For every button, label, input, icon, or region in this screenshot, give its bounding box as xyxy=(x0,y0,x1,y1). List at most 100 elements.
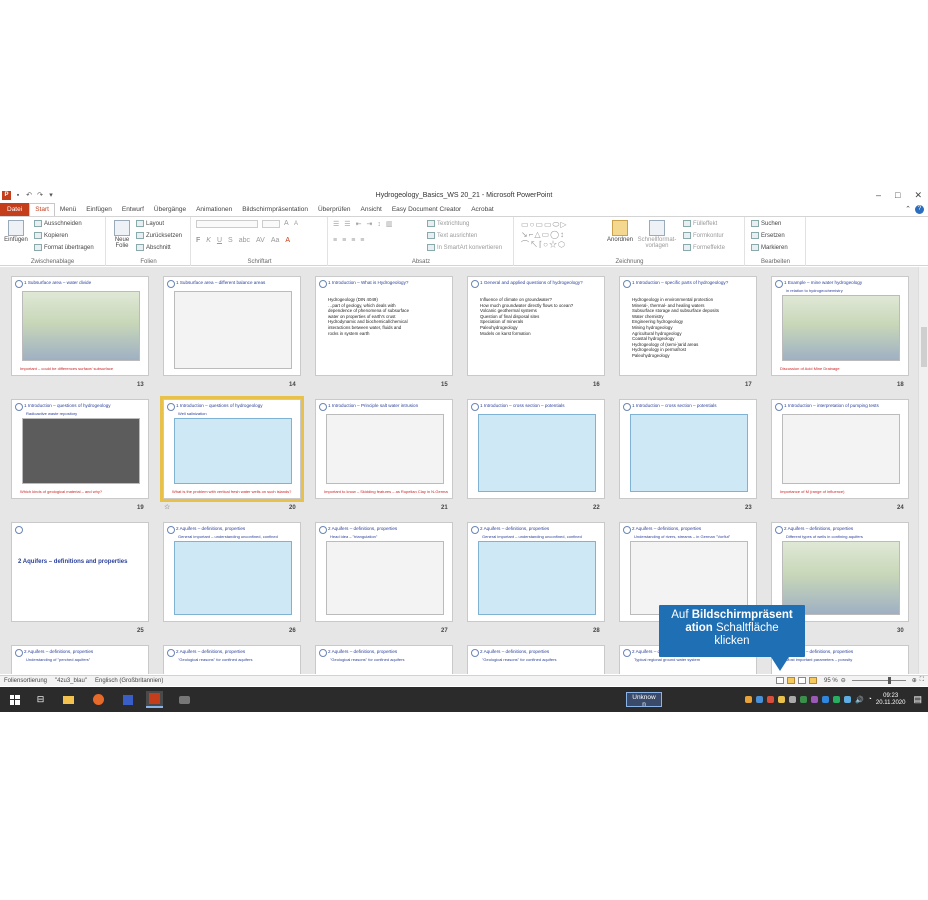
shadow-icon[interactable]: S xyxy=(228,237,233,244)
tab-acrobat[interactable]: Acrobat xyxy=(466,203,498,216)
slide-thumbnail[interactable]: 1 Subsurface area – water divide Importan… xyxy=(11,276,149,376)
justify-icon[interactable]: ≡ xyxy=(360,237,364,244)
task-view-icon[interactable]: ⊟ xyxy=(32,691,49,708)
align-right-icon[interactable]: ≡ xyxy=(351,237,355,244)
fit-window-icon[interactable]: ⛶ xyxy=(920,677,924,684)
clock[interactable]: 09:23 20.11.2020 xyxy=(876,693,906,707)
slide-thumbnail[interactable]: 2 Aquifers – definitions, properties "Geo… xyxy=(163,645,301,674)
tab-datei[interactable]: Datei xyxy=(0,203,30,216)
slide-sorter-view-button[interactable] xyxy=(787,677,796,684)
close-button[interactable]: ✕ xyxy=(914,190,922,201)
notification-icon[interactable]: ▤ xyxy=(913,694,922,705)
tray-onenote-icon[interactable] xyxy=(810,696,818,703)
tray-bluetooth-icon[interactable] xyxy=(821,696,829,703)
tray-settings-icon[interactable] xyxy=(788,696,796,703)
start-button[interactable] xyxy=(6,691,23,708)
zoom-out-button[interactable]: ⊖ xyxy=(841,677,846,684)
slide-thumbnail[interactable]: 2 Aquifers – definitions, properties Gene… xyxy=(163,522,301,622)
shapes-gallery[interactable]: ▭○▭▭⬭▷ ↘⌐△▭◯↕ ⌒↖⌈○☆⬡ xyxy=(521,220,591,250)
slide-thumbnail[interactable]: 2 Aquifers – definitions and properties xyxy=(11,522,149,622)
shape-effects-button[interactable]: Formeffekte xyxy=(683,244,725,251)
line-spacing-icon[interactable]: ↕ xyxy=(377,221,381,228)
zoom-slider-knob[interactable] xyxy=(887,677,891,684)
slide-thumbnail[interactable]: 2 Aquifers – definitions, properties Unde… xyxy=(11,645,149,674)
collapse-ribbon-icon[interactable]: ⌃ xyxy=(905,205,911,214)
tray-folder-icon[interactable] xyxy=(777,696,785,703)
new-slide-button[interactable]: Neue Folie xyxy=(110,220,134,249)
camera-icon[interactable] xyxy=(176,691,193,708)
wifi-icon[interactable]: ◔ xyxy=(868,696,872,703)
arrange-button[interactable]: Anordnen xyxy=(605,220,635,243)
vertical-scrollbar[interactable] xyxy=(918,267,928,674)
slideshow-button[interactable] xyxy=(809,677,818,684)
columns-icon[interactable]: ▥ xyxy=(386,220,393,228)
tab-menu[interactable]: Menü xyxy=(55,203,81,216)
status-language[interactable]: Englisch (Großbritannien) xyxy=(95,678,163,684)
font-name-box[interactable] xyxy=(196,220,258,228)
tab-start[interactable]: Start xyxy=(29,203,55,216)
tray-app-icon[interactable] xyxy=(744,696,752,703)
font-color-icon[interactable]: A xyxy=(285,237,290,244)
tray-network-icon[interactable] xyxy=(755,696,763,703)
slide-thumbnail[interactable]: 2 Aquifers – definitions, properties "Geo… xyxy=(467,645,605,674)
slide-thumbnail[interactable]: 1 Introduction – cross section – potenti… xyxy=(467,399,605,499)
speaker-icon[interactable]: 🔊 xyxy=(855,696,864,704)
align-center-icon[interactable]: ≡ xyxy=(342,237,346,244)
tray-display-icon[interactable] xyxy=(843,696,851,703)
slide-thumbnail[interactable]: 2 Aquifers – definitions, properties "Geo… xyxy=(315,645,453,674)
bold-icon[interactable]: F xyxy=(196,237,200,244)
section-button[interactable]: Abschnitt xyxy=(136,244,171,251)
tab-bildschirmpraesentation[interactable]: Bildschirmpräsentation xyxy=(237,203,313,216)
layout-button[interactable]: Layout xyxy=(136,220,164,227)
file-explorer-icon[interactable] xyxy=(60,691,77,708)
replace-button[interactable]: Ersetzen xyxy=(751,232,785,239)
save-disk-icon[interactable] xyxy=(119,691,136,708)
reset-button[interactable]: Zurücksetzen xyxy=(136,232,182,239)
indent-decrease-icon[interactable]: ⇤ xyxy=(356,220,362,228)
slide-thumbnail[interactable]: 1 Subsurface area – different balance ar… xyxy=(163,276,301,376)
slide-thumbnail[interactable]: 1 Introduction – cross section – potenti… xyxy=(619,399,757,499)
firefox-icon[interactable] xyxy=(90,691,107,708)
spacing-icon[interactable]: AV xyxy=(256,237,265,244)
paste-button[interactable]: Einfügen xyxy=(3,220,29,243)
maximize-button[interactable]: □ xyxy=(895,190,900,201)
slide-thumbnail[interactable]: 1 General and applied questions of hydro… xyxy=(467,276,605,376)
reading-view-button[interactable] xyxy=(798,677,807,684)
zoom-level[interactable]: 95 % xyxy=(824,678,838,684)
numbering-icon[interactable]: ☰ xyxy=(344,220,350,228)
slide-thumbnail[interactable]: 1 Introduction – Principle salt water in… xyxy=(315,399,453,499)
italic-icon[interactable]: K xyxy=(206,237,211,244)
slide-thumbnail[interactable]: 1 Introduction – questions of hydrogeolo… xyxy=(11,399,149,499)
case-icon[interactable]: Aa xyxy=(271,237,280,244)
slide-thumbnail[interactable]: 1 Example – mine water hydrogeology in re… xyxy=(771,276,909,376)
scrollbar-thumb[interactable] xyxy=(921,327,927,367)
font-size-box[interactable] xyxy=(262,220,280,228)
normal-view-button[interactable] xyxy=(776,677,785,684)
select-button[interactable]: Markieren xyxy=(751,244,788,251)
tray-security-icon[interactable] xyxy=(766,696,774,703)
zoom-in-button[interactable]: ⊕ xyxy=(912,677,917,684)
minimize-button[interactable]: – xyxy=(876,190,881,201)
slide-thumbnail[interactable]: 2 Aquifers – definitions, properties Gene… xyxy=(467,522,605,622)
slide-thumbnail[interactable]: 2 Aquifers – definitions, properties Head… xyxy=(315,522,453,622)
align-text-button[interactable]: Text ausrichten xyxy=(427,232,477,239)
copy-button[interactable]: Kopieren xyxy=(34,232,68,239)
slide-thumbnail[interactable]: 1 Introduction – specific parts of hydro… xyxy=(619,276,757,376)
tray-sync-icon[interactable] xyxy=(799,696,807,703)
slide-thumbnail[interactable]: 1 Introduction – interpretation of pumpi… xyxy=(771,399,909,499)
powerpoint-taskbar-icon[interactable] xyxy=(146,691,163,708)
unknown-tray-item[interactable]: Unknow n xyxy=(626,692,662,708)
tab-entwurf[interactable]: Entwurf xyxy=(117,203,149,216)
format-painter-button[interactable]: Format übertragen xyxy=(34,244,94,251)
tray-update-icon[interactable] xyxy=(832,696,840,703)
strikethrough-icon[interactable]: abc xyxy=(239,237,250,244)
tab-einfuegen[interactable]: Einfügen xyxy=(81,203,117,216)
tab-animationen[interactable]: Animationen xyxy=(191,203,237,216)
smartart-button[interactable]: In SmartArt konvertieren xyxy=(427,244,502,251)
shape-outline-button[interactable]: Formkontur xyxy=(683,232,724,239)
zoom-slider[interactable] xyxy=(851,677,906,684)
bullets-icon[interactable]: ☰ xyxy=(333,220,339,228)
tab-ueberpruefen[interactable]: Überprüfen xyxy=(313,203,356,216)
text-direction-button[interactable]: Textrichtung xyxy=(427,220,469,227)
find-button[interactable]: Suchen xyxy=(751,220,781,227)
